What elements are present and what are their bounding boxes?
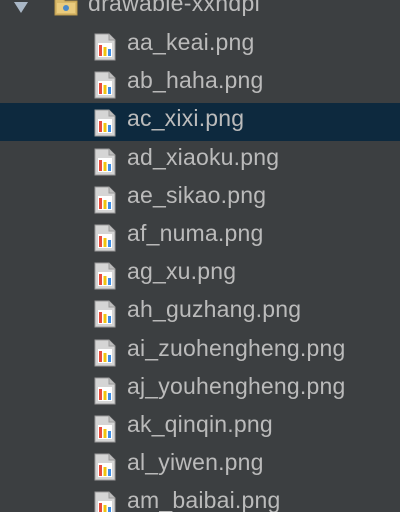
- file-name: ai_zuohengheng.png: [127, 334, 346, 361]
- file-name: aa_keai.png: [127, 29, 255, 55]
- file-item[interactable]: ak_qinqin.png: [0, 409, 400, 447]
- file-item[interactable]: ai_zuohengheng.png: [0, 333, 400, 371]
- image-file-icon: [94, 71, 116, 99]
- image-file-icon: [94, 224, 116, 252]
- image-file-icon: [94, 415, 116, 443]
- file-name: al_yiwen.png: [127, 449, 264, 476]
- image-file-icon: [94, 491, 116, 512]
- file-item[interactable]: am_baibai.png: [0, 485, 400, 512]
- image-file-icon: [94, 148, 116, 176]
- image-file-icon: [94, 377, 116, 405]
- file-name: am_baibai.png: [127, 487, 281, 512]
- folder-icon: [54, 0, 78, 16]
- image-file-icon: [94, 186, 116, 214]
- file-item[interactable]: ad_xiaoku.png: [0, 142, 400, 180]
- file-name: ab_haha.png: [127, 67, 264, 94]
- image-file-icon: [94, 262, 116, 290]
- file-name: ac_xixi.png: [127, 105, 245, 132]
- project-tree: drawable-xxhdpi aa_keai.png ab_haha.pngac…: [0, 0, 400, 512]
- file-name: ae_sikao.png: [127, 181, 267, 208]
- file-item[interactable]: ae_sikao.png: [0, 180, 400, 218]
- file-name: af_numa.png: [127, 220, 264, 246]
- image-file-icon: [94, 339, 116, 367]
- image-file-icon: [94, 109, 116, 137]
- file-item[interactable]: aj_youhengheng.png: [0, 371, 400, 409]
- file-item[interactable]: aa_keai.png: [0, 27, 400, 65]
- file-item[interactable]: ac_xixi.png: [0, 103, 400, 142]
- file-name: ah_guzhang.png: [127, 296, 302, 323]
- chevron-down-icon[interactable]: [14, 2, 28, 13]
- file-name: ad_xiaoku.png: [127, 143, 280, 170]
- file-item[interactable]: af_numa.png: [0, 218, 400, 256]
- image-file-icon: [94, 300, 116, 328]
- file-name: aj_youhengheng.png: [127, 372, 346, 399]
- folder-name: drawable-xxhdpi: [88, 0, 260, 16]
- file-name: ak_qinqin.png: [127, 411, 273, 437]
- file-item[interactable]: ab_haha.png: [0, 65, 400, 103]
- image-file-icon: [94, 453, 116, 481]
- file-item[interactable]: ah_guzhang.png: [0, 294, 400, 332]
- file-item[interactable]: ag_xu.png: [0, 256, 400, 294]
- file-item[interactable]: al_yiwen.png: [0, 447, 400, 485]
- image-file-icon: [94, 33, 116, 61]
- file-name: ag_xu.png: [127, 258, 237, 285]
